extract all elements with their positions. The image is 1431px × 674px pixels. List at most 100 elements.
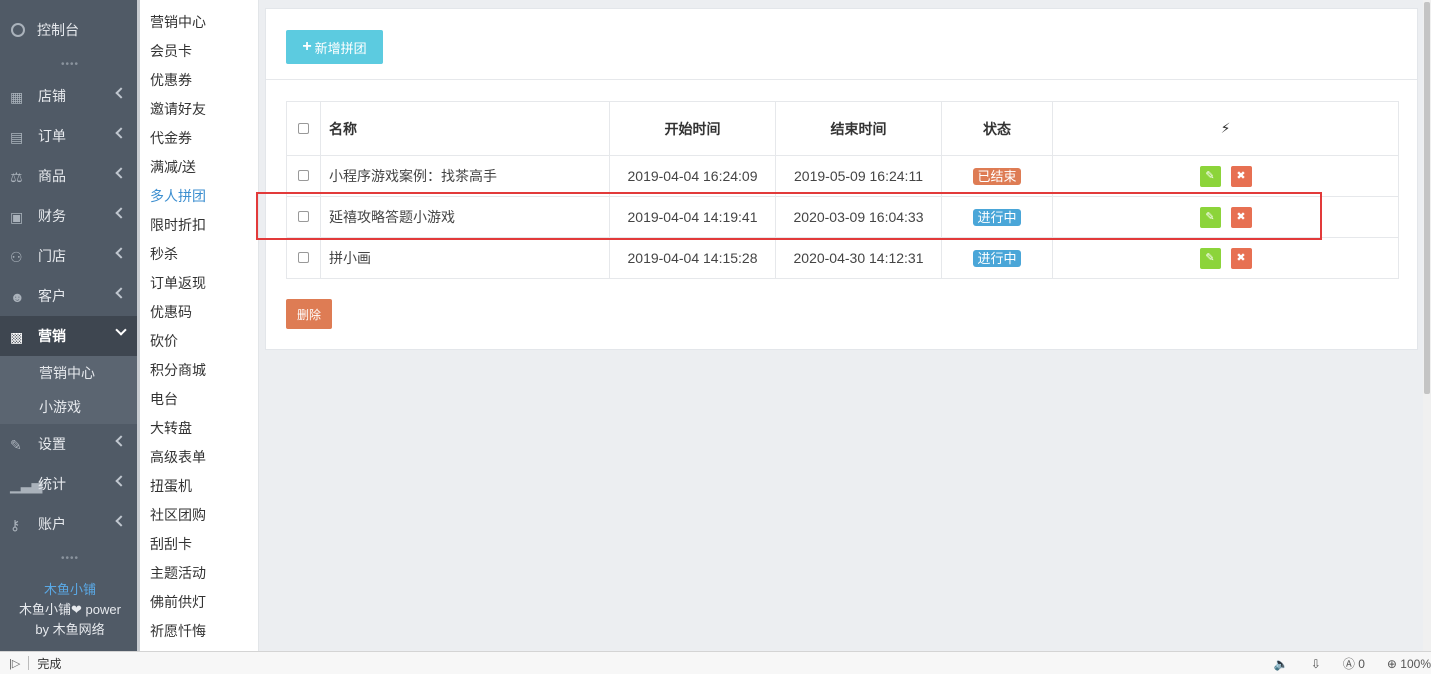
subnav-item[interactable]: 社区团购: [140, 501, 258, 530]
edit-pencil-icon[interactable]: ✎: [1199, 165, 1221, 187]
subnav-item[interactable]: 邀请好友: [140, 95, 258, 124]
chevron-left-icon: [115, 207, 127, 219]
brand-name[interactable]: 木鱼小铺: [0, 580, 140, 600]
col-name: 名称: [320, 101, 610, 156]
col-end-time: 结束时间: [775, 101, 942, 156]
panel-toolbar: + 新增拼团: [266, 9, 1417, 80]
order-icon: ▤: [10, 129, 24, 145]
marketing-subnav: 营销中心 会员卡 优惠券 邀请好友 代金券 满减/送 多人拼团 限时折扣 秒杀 …: [140, 0, 259, 651]
main-sidebar: 控制台 •••• ▦ 店铺 ▤ 订单 ⚖ 商品 ▣ 财务 ⚇ 门店 ☻ 客户 ▩ 营销 营销中…: [0, 0, 140, 651]
sidebar-dashboard[interactable]: 控制台: [0, 0, 140, 60]
sidebar-item-settings[interactable]: ✎ 设置: [0, 424, 140, 464]
highlight-annotation-box: [256, 192, 1322, 240]
subnav-item[interactable]: 祈愿忏悔: [140, 617, 258, 646]
sidebar-item-marketing[interactable]: ▩ 营销: [0, 316, 140, 356]
subnav-item[interactable]: 代金券: [140, 124, 258, 153]
sidebar-subitem-mini-games[interactable]: 小游戏: [0, 390, 140, 424]
chevron-left-icon: [115, 247, 127, 259]
subnav-item[interactable]: 满减/送: [140, 153, 258, 182]
adblock-counter[interactable]: Ⓐ 0: [1343, 655, 1365, 672]
subnav-item-group-buy[interactable]: 多人拼团: [140, 182, 258, 211]
browser-status-bar: |▷ 完成 🔈 ⇩ Ⓐ 0 ⊕ 100%: [0, 651, 1431, 674]
subnav-item[interactable]: 大转盘: [140, 414, 258, 443]
row-end: 2019-05-09 16:24:11: [775, 155, 942, 197]
subnav-item[interactable]: 高级表单: [140, 443, 258, 472]
edit-pencil-icon[interactable]: ✎: [1199, 247, 1221, 269]
plus-icon: +: [302, 38, 312, 55]
signal-icon: ▁▃▅: [10, 477, 43, 493]
page-scrollbar[interactable]: [1423, 0, 1431, 651]
key-icon: ⚷: [10, 517, 21, 533]
col-status: 状态: [941, 101, 1053, 156]
sidebar-subitem-marketing-center[interactable]: 营销中心: [0, 356, 140, 390]
subnav-item[interactable]: 佛前供灯: [140, 588, 258, 617]
brand-by: by 木鱼网络: [35, 622, 105, 637]
sidebar-item-customers[interactable]: ☻ 客户: [0, 276, 140, 316]
sidebar-item-stores[interactable]: ⚇ 门店: [0, 236, 140, 276]
row-start: 2019-04-04 16:24:09: [609, 155, 776, 197]
play-icon[interactable]: |▷: [9, 657, 20, 670]
col-actions-bolt-icon: ⚡: [1052, 101, 1399, 156]
users-icon: ☻: [10, 289, 25, 305]
chevron-down-icon: [115, 324, 127, 336]
subnav-item[interactable]: 秒杀: [140, 240, 258, 269]
subnav-item[interactable]: 刮刮卡: [140, 530, 258, 559]
group-buy-table: 名称 开始时间 结束时间 状态 ⚡ 小程序游戏案例：找茶高手 2019-04-0…: [286, 101, 1399, 279]
sidebar-item-orders[interactable]: ▤ 订单: [0, 116, 140, 156]
subnav-item[interactable]: 优惠码: [140, 298, 258, 327]
gift-icon: ▩: [10, 329, 24, 345]
chevron-left-icon: [115, 167, 127, 179]
subnav-item[interactable]: 砍价: [140, 327, 258, 356]
row-checkbox[interactable]: [298, 170, 309, 181]
sidebar-submenu: 营销中心 小游戏: [0, 356, 140, 424]
sidebar-item-account[interactable]: ⚷ 账户: [0, 504, 140, 544]
delete-button[interactable]: 删除: [286, 299, 332, 329]
brand-block: 木鱼小铺 木鱼小铺❤ power by 木鱼网络: [0, 580, 140, 640]
sidebar-item-goods[interactable]: ⚖ 商品: [0, 156, 140, 196]
row-checkbox[interactable]: [298, 252, 309, 263]
table-header-row: 名称 开始时间 结束时间 状态 ⚡: [286, 101, 1399, 156]
money-icon: ▣: [10, 209, 24, 225]
download-icon[interactable]: ⇩: [1311, 657, 1321, 671]
subnav-item[interactable]: 会员卡: [140, 37, 258, 66]
subnav-item[interactable]: 积分商城: [140, 356, 258, 385]
table-row: 小程序游戏案例：找茶高手 2019-04-04 16:24:09 2019-05…: [286, 155, 1399, 197]
speaker-icon[interactable]: 🔈: [1274, 657, 1289, 671]
row-end: 2020-04-30 14:12:31: [775, 237, 942, 279]
subnav-item[interactable]: 电台: [140, 385, 258, 414]
chevron-left-icon: [115, 87, 127, 99]
subnav-item[interactable]: 主题活动: [140, 559, 258, 588]
sidebar-item-shop[interactable]: ▦ 店铺: [0, 76, 140, 116]
select-all-checkbox[interactable]: [298, 122, 309, 134]
row-start: 2019-04-04 14:15:28: [609, 237, 776, 279]
sidebar-item-finance[interactable]: ▣ 财务: [0, 196, 140, 236]
sidebar-item-stats[interactable]: ▁▃▅ 统计: [0, 464, 140, 504]
subnav-item[interactable]: 订单返现: [140, 269, 258, 298]
chevron-left-icon: [115, 515, 127, 527]
chevron-left-icon: [115, 287, 127, 299]
add-group-buy-button[interactable]: + 新增拼团: [286, 30, 383, 64]
delete-x-icon[interactable]: ✖: [1230, 165, 1252, 187]
wrench-icon: ✎: [10, 437, 22, 453]
subnav-item[interactable]: 营销中心: [140, 8, 258, 37]
sidebar-divider: ••••: [60, 59, 79, 70]
subnav-item[interactable]: 优惠券: [140, 66, 258, 95]
sitemap-icon: ⚇: [10, 249, 23, 265]
table-row: 拼小画 2019-04-04 14:15:28 2020-04-30 14:12…: [286, 237, 1399, 279]
scrollbar-thumb[interactable]: [1424, 2, 1430, 394]
brand-power: 木鱼小铺❤ power: [19, 602, 121, 617]
status-badge: 进行中: [973, 249, 1021, 267]
shop-icon: ▦: [10, 89, 24, 105]
sidebar-divider: ••••: [60, 553, 79, 564]
scale-icon: ⚖: [10, 169, 23, 185]
zoom-level[interactable]: ⊕ 100%: [1387, 657, 1431, 671]
status-text: 完成: [37, 656, 62, 671]
row-name: 小程序游戏案例：找茶高手: [320, 155, 610, 197]
subnav-item[interactable]: 限时折扣: [140, 211, 258, 240]
delete-x-icon[interactable]: ✖: [1230, 247, 1252, 269]
chevron-left-icon: [115, 435, 127, 447]
dashboard-icon: [11, 23, 25, 37]
row-name: 拼小画: [320, 237, 610, 279]
subnav-item[interactable]: 扭蛋机: [140, 472, 258, 501]
chevron-left-icon: [115, 475, 127, 487]
